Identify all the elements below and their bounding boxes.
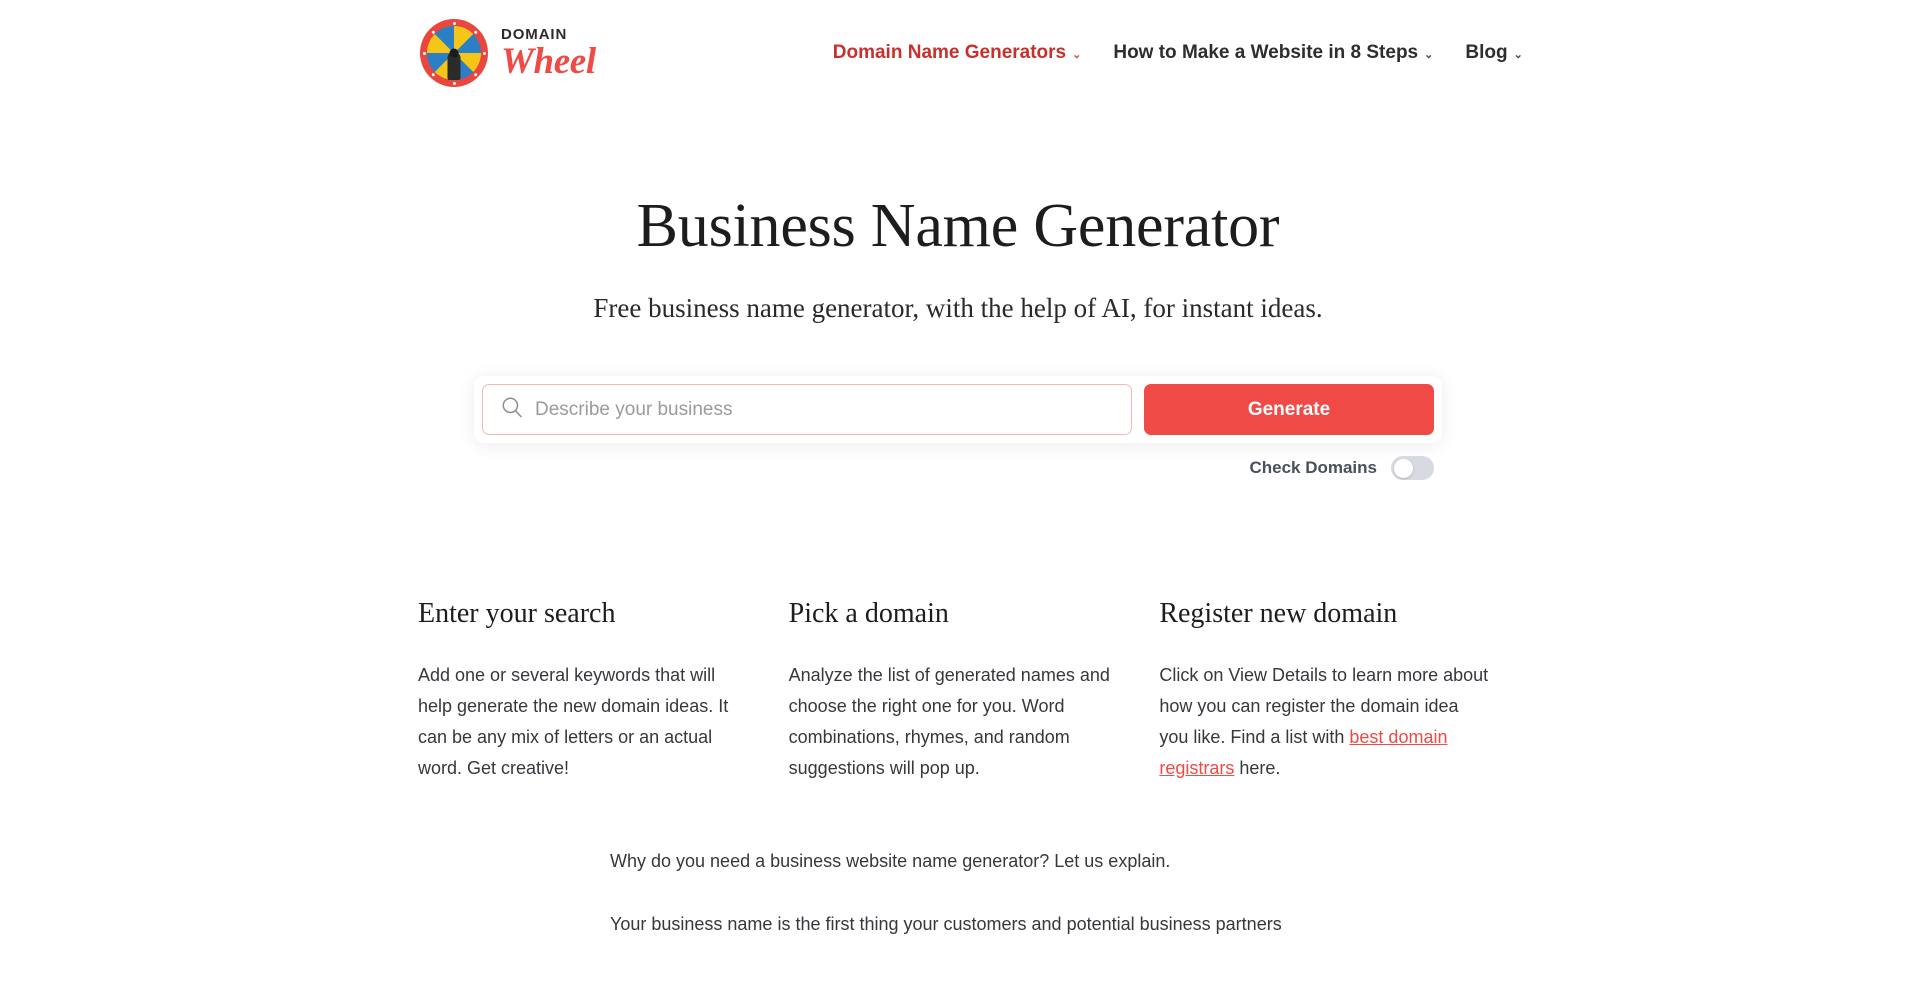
step-title: Enter your search: [418, 598, 616, 630]
brand-logo[interactable]: DOMAIN Wheel: [420, 19, 596, 87]
page-title: Business Name Generator: [636, 192, 1280, 260]
brand-wordmark-bottom: Wheel: [501, 40, 596, 82]
search-card: Generate: [474, 376, 1442, 444]
step-pick-a-domain: Pick a domain Analyze the list of genera…: [789, 598, 1128, 784]
step-title: Pick a domain: [788, 598, 949, 630]
generate-button[interactable]: Generate: [1144, 384, 1434, 436]
search-icon: [501, 396, 523, 423]
hero-section: Business Name Generator Free business na…: [0, 106, 1916, 481]
check-domains-label: Check Domains: [1249, 458, 1377, 478]
nav-item-blog[interactable]: Blog ⌄: [1465, 42, 1522, 64]
step-body-text-after-link: here.: [1234, 758, 1281, 779]
check-domains-row: Check Domains: [474, 456, 1442, 481]
explain-paragraph: Your business name is the first thing yo…: [610, 913, 1282, 934]
chevron-down-icon: ⌄: [1072, 48, 1082, 61]
nav-item-how-to-make-a-website[interactable]: How to Make a Website in 8 Steps ⌄: [1113, 42, 1433, 64]
step-enter-your-search: Enter your search Add one or several key…: [418, 598, 757, 784]
step-body: Analyze the list of generated names and …: [788, 665, 1110, 779]
step-title: Register new domain: [1159, 598, 1398, 630]
explain-intro: Why do you need a business website name …: [610, 851, 1171, 871]
prize-wheel-icon: [420, 19, 488, 87]
search-input[interactable]: [535, 385, 1113, 435]
chevron-down-icon: ⌄: [1424, 48, 1434, 61]
step-body: Add one or several keywords that will he…: [418, 665, 729, 779]
brand-wordmark-top: DOMAIN: [501, 25, 568, 43]
toggle-knob: [1394, 458, 1413, 478]
nav-item-label: Domain Name Generators: [832, 42, 1067, 63]
main-nav: Domain Name Generators ⌄ How to Make a W…: [833, 42, 1523, 64]
page-subtitle: Free business name generator, with the h…: [593, 293, 1323, 324]
step-body: Click on View Details to learn more abou…: [1159, 660, 1489, 784]
search-field[interactable]: [482, 384, 1132, 436]
nav-item-domain-name-generators[interactable]: Domain Name Generators ⌄: [833, 42, 1082, 64]
steps-section: Enter your search Add one or several key…: [418, 598, 1498, 784]
nav-item-label: Blog: [1465, 42, 1508, 63]
chevron-down-icon: ⌄: [1513, 48, 1523, 61]
check-domains-toggle[interactable]: [1391, 456, 1434, 481]
step-register-new-domain: Register new domain Click on View Detail…: [1159, 598, 1498, 784]
nav-item-label: How to Make a Website in 8 Steps: [1113, 42, 1419, 63]
site-header: DOMAIN Wheel Domain Name Generators ⌄ Ho…: [0, 0, 1916, 106]
explain-section: Why do you need a business website name …: [418, 846, 1498, 940]
brand-wordmark: DOMAIN Wheel: [501, 27, 596, 80]
